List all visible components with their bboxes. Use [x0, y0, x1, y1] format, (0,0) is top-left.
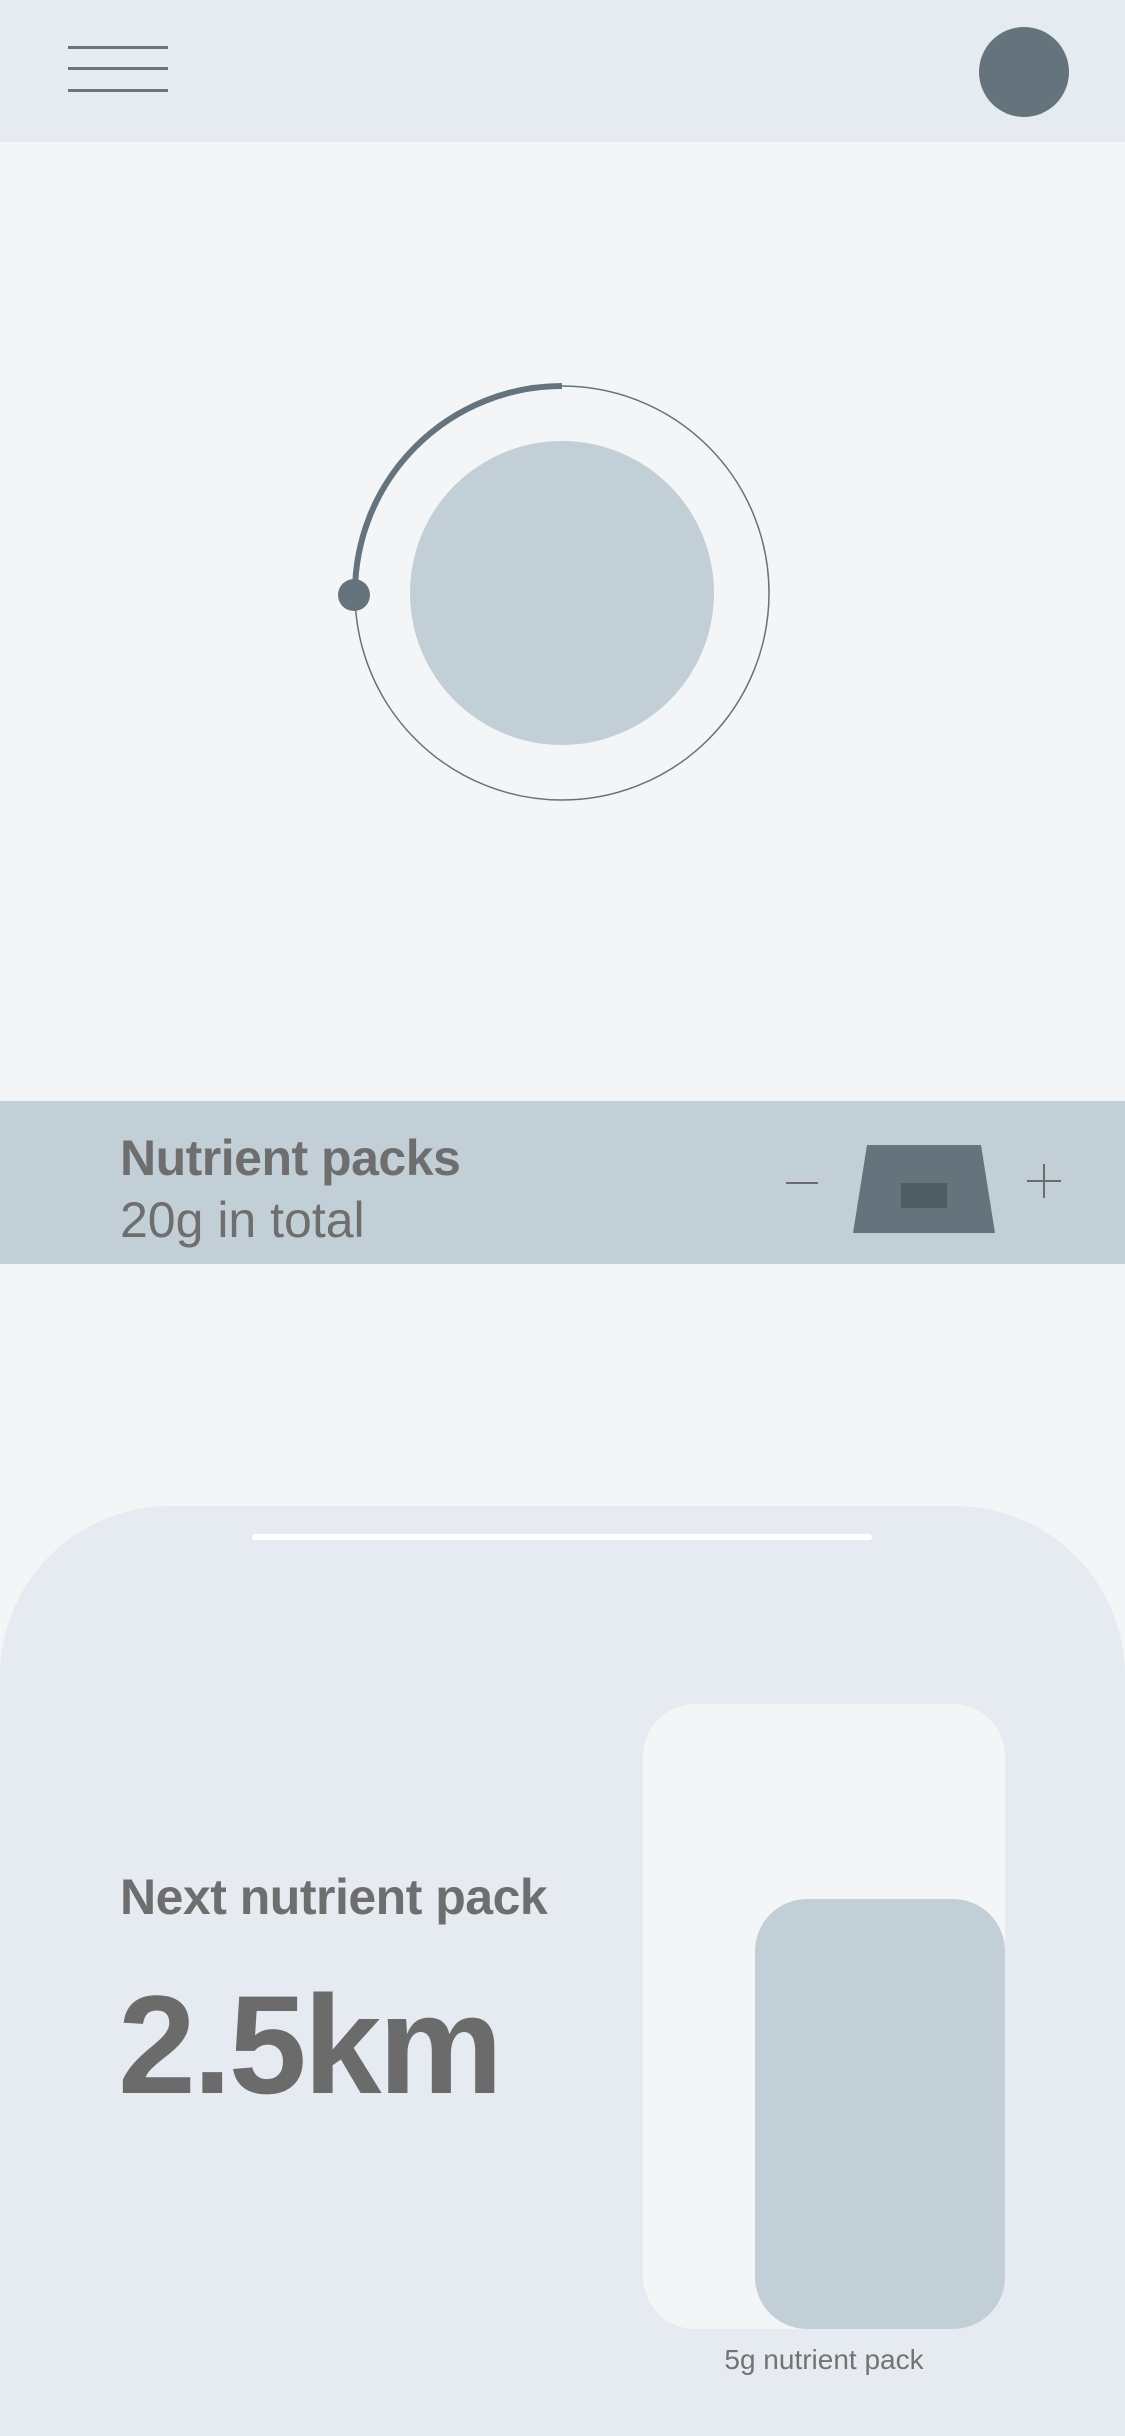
nutrient-packs-total: 20g in total	[120, 1192, 365, 1248]
next-pack-label: Next nutrient pack	[120, 1869, 548, 1925]
pack-caption: 5g nutrient pack	[724, 2344, 924, 2375]
dial-handle[interactable]	[338, 579, 370, 611]
increment-button[interactable]	[1024, 1161, 1064, 1201]
nutrient-packs-title: Nutrient packs	[120, 1130, 461, 1186]
bottom-sheet: Next nutrient pack 2.5km 5g nutrient pac…	[0, 1506, 1125, 2436]
avatar[interactable]	[979, 27, 1069, 117]
nutrient-pack-icon	[853, 1145, 995, 1233]
decrement-button[interactable]	[780, 1161, 824, 1205]
dial-center	[410, 441, 714, 745]
hamburger-menu-icon[interactable]	[68, 44, 168, 94]
pack-level-fill	[755, 1899, 1005, 2329]
sheet-drag-handle[interactable]	[252, 1534, 872, 1540]
menu-line	[68, 67, 168, 70]
menu-line	[68, 46, 168, 49]
top-bar	[0, 0, 1125, 142]
menu-line	[68, 89, 168, 92]
nutrient-packs-panel: Nutrient packs 20g in total	[0, 1101, 1125, 1264]
progress-dial[interactable]	[330, 370, 790, 830]
next-pack-distance: 2.5km	[118, 1966, 503, 2123]
